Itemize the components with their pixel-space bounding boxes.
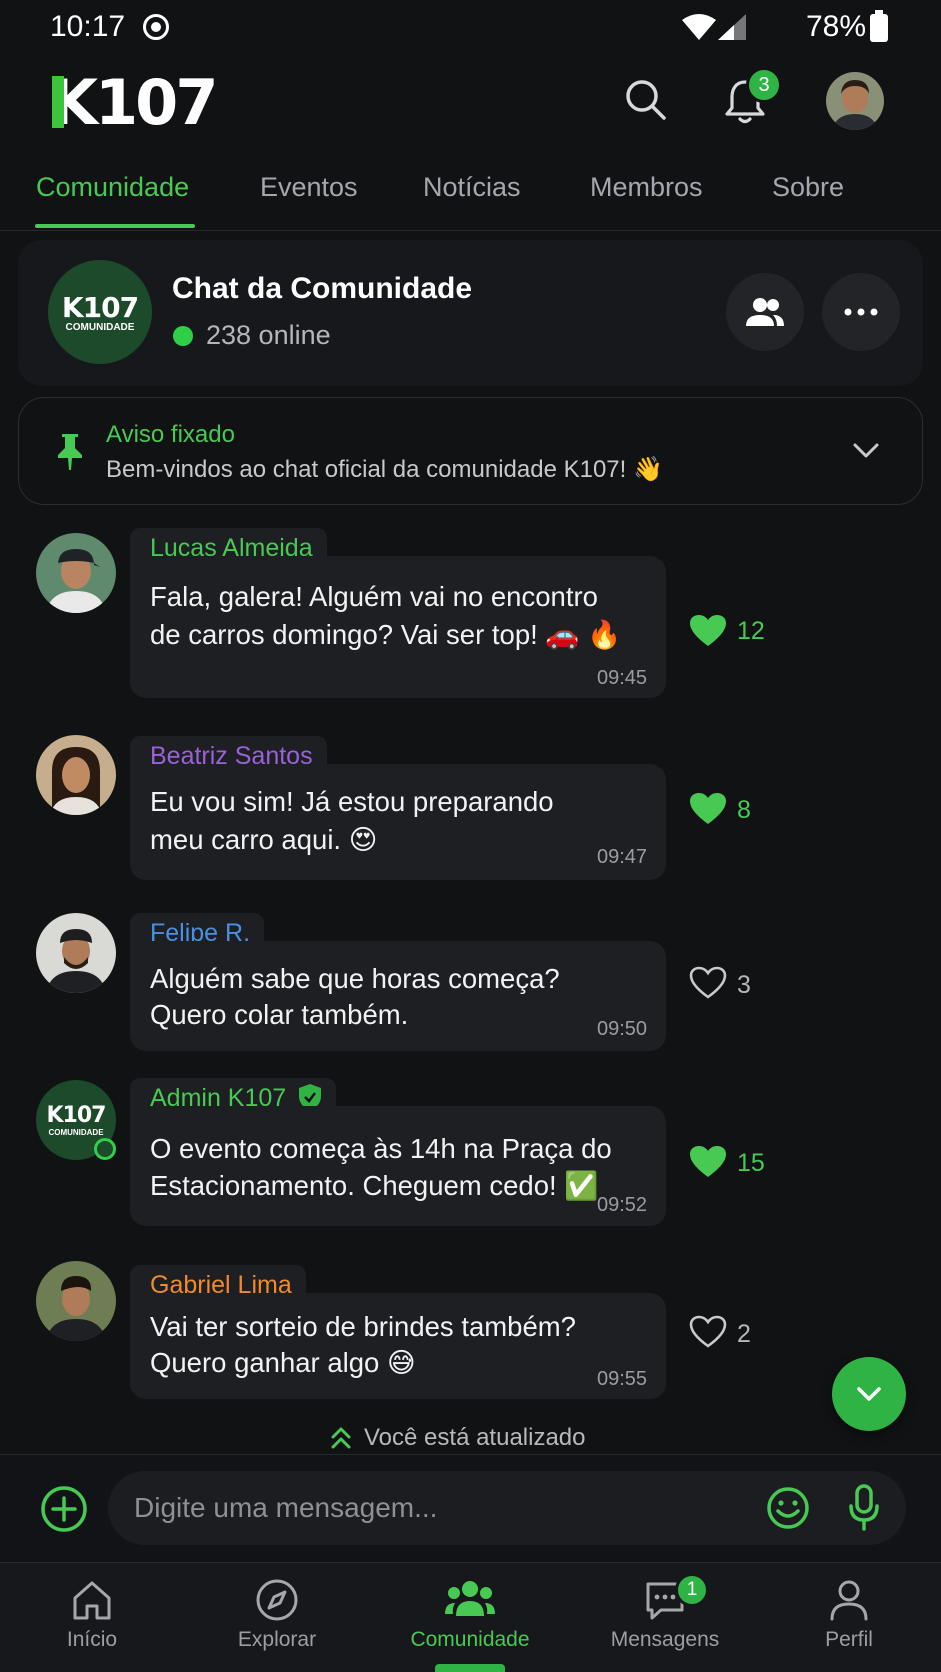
avatar-gabriel-lima[interactable] <box>36 1261 116 1341</box>
heart-filled-icon[interactable] <box>689 792 727 826</box>
members-button[interactable] <box>726 273 804 351</box>
chevron-down-icon <box>857 1387 881 1401</box>
tab-eventos[interactable]: Eventos <box>260 172 358 203</box>
nav-label: Comunidade <box>410 1628 530 1651</box>
notification-badge: 3 <box>746 67 782 103</box>
active-tab-indicator <box>35 224 195 228</box>
logo-number: 107 <box>95 66 218 139</box>
emoji-icon[interactable] <box>766 1486 810 1530</box>
message-time: 09:52 <box>597 1194 648 1216</box>
more-icon <box>844 308 878 316</box>
home-icon <box>73 1581 111 1620</box>
screen-record-icon <box>143 14 169 40</box>
signal-icon <box>718 14 746 40</box>
message-time: 09:50 <box>597 1018 648 1040</box>
admin-avatar-caption: COMUNIDADE <box>48 1128 104 1137</box>
community-avatar: K107 COMUNIDADE <box>48 260 152 364</box>
nav-label: Mensagens <box>610 1628 720 1651</box>
user-icon <box>830 1580 868 1621</box>
pinned-text: Bem-vindos ao chat oficial da comunidade… <box>106 456 663 483</box>
pin-icon <box>58 434 82 470</box>
message-line: Quero ganhar algo 😅 <box>150 1347 416 1378</box>
nav-perfil[interactable]: Perfil <box>769 1578 929 1652</box>
status-bar <box>0 0 941 56</box>
pinned-title: Aviso fixado <box>106 421 235 448</box>
scroll-to-bottom-button[interactable] <box>832 1357 906 1431</box>
message-line: de carros domingo? Vai ser top! 🚗 🔥 <box>150 619 622 650</box>
tab-comunidade[interactable]: Comunidade <box>36 172 189 203</box>
nav-comunidade[interactable]: Comunidade <box>390 1578 550 1652</box>
more-options-button[interactable] <box>822 273 900 351</box>
chevron-down-icon[interactable] <box>852 442 880 460</box>
battery-percentage: 78% <box>806 10 867 43</box>
message-line: Fala, galera! Alguém vai no encontro <box>150 581 598 612</box>
status-time: 10:17 <box>50 10 126 43</box>
tabs-divider <box>0 230 941 231</box>
online-count: 238 online <box>206 320 331 350</box>
message-line: meu carro aqui. 😍 <box>150 824 378 855</box>
members-icon <box>746 298 784 326</box>
heart-filled-icon[interactable] <box>689 1145 727 1179</box>
pinned-notice[interactable] <box>18 397 923 505</box>
nav-label: Perfil <box>825 1628 873 1651</box>
nav-label: Explorar <box>237 1628 317 1651</box>
message-time: 09:45 <box>597 667 648 689</box>
message-input[interactable] <box>134 1471 734 1545</box>
microphone-icon[interactable] <box>848 1484 880 1532</box>
up-to-date-indicator: Você está atualizado <box>330 1424 586 1452</box>
admin-online-indicator <box>94 1138 116 1160</box>
heart-filled-icon[interactable] <box>689 614 727 648</box>
profile-avatar[interactable] <box>826 72 884 130</box>
message-time: 09:55 <box>597 1368 648 1390</box>
community-avatar-logo: K107 <box>61 291 139 324</box>
chat-title: Chat da Comunidade <box>172 272 473 305</box>
logo-k: K <box>50 66 98 139</box>
online-indicator <box>173 326 193 346</box>
up-to-date-text: Você está atualizado <box>364 1424 586 1451</box>
message-line: O evento começa às 14h na Praça do <box>150 1133 612 1164</box>
tab-sobre[interactable]: Sobre <box>772 172 844 203</box>
messages-badge: 1 <box>675 1573 709 1607</box>
message-line: Estacionamento. Cheguem cedo! ✅ <box>150 1170 599 1201</box>
like-count: 15 <box>737 1149 765 1177</box>
add-attachment-icon[interactable] <box>40 1485 88 1533</box>
app-logo: K107 <box>50 66 218 139</box>
community-avatar-caption: COMUNIDADE <box>65 322 135 333</box>
search-icon[interactable] <box>624 78 668 122</box>
avatar-lucas-almeida[interactable] <box>36 533 116 613</box>
nav-label: Início <box>66 1628 118 1651</box>
avatar-felipe-r[interactable] <box>36 913 116 993</box>
compass-icon <box>256 1579 298 1621</box>
community-icon <box>445 1581 495 1616</box>
battery-icon <box>870 10 888 42</box>
nav-mensagens[interactable]: Mensagens <box>585 1578 745 1652</box>
wifi-icon <box>682 14 716 40</box>
like-count: 3 <box>737 971 751 999</box>
like-count: 8 <box>737 796 751 824</box>
tab-membros[interactable]: Membros <box>590 172 703 203</box>
like-count: 2 <box>737 1320 751 1348</box>
message-line: Eu vou sim! Já estou preparando <box>150 786 554 817</box>
heart-outline-icon[interactable] <box>689 1315 727 1349</box>
message-line: Vai ter sorteio de brindes também? <box>150 1311 576 1342</box>
message-time: 09:47 <box>597 846 648 868</box>
active-nav-indicator <box>435 1664 505 1672</box>
message-line: Quero colar também. <box>150 999 409 1030</box>
like-count: 12 <box>737 617 765 645</box>
nav-inicio[interactable]: Início <box>12 1578 172 1652</box>
tab-noticias[interactable]: Notícias <box>423 172 521 203</box>
avatar-beatriz-santos[interactable] <box>36 735 116 815</box>
nav-explorar[interactable]: Explorar <box>197 1578 357 1652</box>
double-chevron-up-icon <box>331 1427 351 1449</box>
admin-avatar-logo: K107 <box>46 1103 107 1128</box>
heart-outline-icon[interactable] <box>689 966 727 1000</box>
message-line: Alguém sabe que horas começa? <box>150 963 560 994</box>
